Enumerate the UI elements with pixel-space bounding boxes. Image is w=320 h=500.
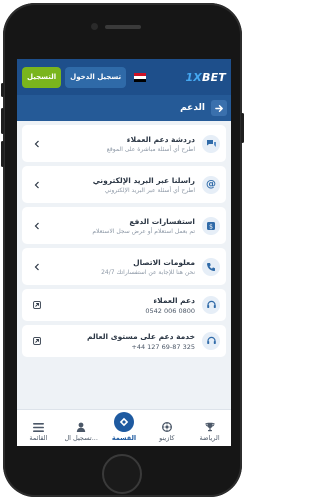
nav-coupon[interactable]: القسمة	[103, 410, 146, 446]
coupon-icon	[113, 412, 134, 432]
nav-register[interactable]: تسجيل ال...	[60, 410, 103, 446]
chevron-left-icon	[30, 181, 44, 189]
external-link-icon	[30, 301, 44, 309]
user-icon	[76, 422, 86, 432]
phone-number: 0542 006 0800	[145, 306, 195, 315]
chevron-left-icon	[30, 263, 44, 271]
hamburger-menu-icon	[32, 423, 44, 432]
trophy-icon	[205, 422, 215, 432]
item-subtitle: نحن هنا للإجابة عن استفساراتك 24/7	[101, 268, 195, 276]
item-subtitle: اطرح أي أسئلة عبر البريد الإلكتروني	[104, 186, 195, 194]
item-subtitle: اطرح أي أسئلة مباشرة على الموقع	[106, 145, 195, 153]
list-item-chat[interactable]: دردشة دعم العملاء اطرح أي أسئلة مباشرة ع…	[22, 125, 226, 162]
item-title: خدمة دعم على مستوى العالم	[86, 331, 195, 341]
login-button[interactable]: تسجيل الدخول	[65, 66, 127, 88]
nav-label: الرياضة	[199, 434, 220, 442]
list-item-customer-support-phone[interactable]: دعم العملاء 0542 006 0800	[22, 289, 226, 321]
back-button[interactable]	[211, 100, 227, 116]
external-link-icon	[30, 337, 44, 345]
item-title: راسلنا عبر البريد الإلكتروني	[92, 175, 195, 185]
nav-sports[interactable]: الرياضة	[188, 410, 231, 446]
chevron-left-icon	[30, 140, 44, 148]
list-item-contacts[interactable]: معلومات الاتصال نحن هنا للإجابة عن استفس…	[22, 248, 226, 285]
list-item-payment[interactable]: استفسارات الدفع تم بعمل استعلام أو عرض س…	[22, 207, 226, 244]
earpiece-speaker	[105, 25, 141, 29]
nav-label: كازينو	[159, 434, 175, 442]
volume-down-button	[1, 141, 4, 167]
register-button[interactable]: التسجيل	[22, 66, 62, 88]
list-item-global-support-phone[interactable]: خدمة دعم على مستوى العالم +44 127 69-87 …	[22, 325, 226, 357]
logo-prefix: 1X	[185, 70, 202, 84]
section-header: الدعم	[17, 95, 231, 121]
mute-switch	[1, 83, 4, 97]
headset-icon	[202, 332, 220, 350]
list-item-email[interactable]: راسلنا عبر البريد الإلكتروني اطرح أي أسئ…	[22, 166, 226, 203]
item-title: دعم العملاء	[153, 295, 195, 305]
item-subtitle: تم بعمل استعلام أو عرض سجل الاستعلام	[92, 227, 195, 235]
phone-icon	[202, 257, 220, 276]
power-button	[241, 113, 244, 143]
bottom-navigation: القائمة تسجيل ال... القسمة كازينو الرياض…	[17, 409, 231, 446]
nav-label: القسمة	[111, 434, 137, 442]
item-title: معلومات الاتصال	[133, 257, 195, 267]
home-button[interactable]	[102, 454, 142, 494]
front-camera	[91, 23, 98, 30]
item-title: دردشة دعم العملاء	[126, 134, 195, 144]
headset-icon	[202, 296, 220, 314]
arrow-right-icon	[214, 104, 223, 112]
egypt-flag-icon[interactable]	[134, 72, 147, 82]
item-title: استفسارات الدفع	[129, 216, 195, 226]
nav-label: تسجيل ال...	[64, 434, 98, 442]
support-options-list: دردشة دعم العملاء اطرح أي أسئلة مباشرة ع…	[17, 121, 231, 357]
chevron-left-icon	[30, 222, 44, 230]
chat-icon	[202, 134, 220, 153]
casino-chip-icon	[161, 422, 172, 432]
volume-up-button	[1, 108, 4, 134]
nav-casino[interactable]: كازينو	[145, 410, 188, 446]
logo-suffix: BET	[201, 70, 226, 84]
nav-list[interactable]: القائمة	[17, 410, 60, 446]
brand-logo[interactable]: 1XBET	[185, 71, 226, 84]
svg-text:$: $	[209, 223, 213, 230]
page-title: الدعم	[180, 103, 205, 113]
payment-icon: $	[202, 216, 220, 235]
app-screen: التسجيل تسجيل الدخول 1XBET الدعم دردشة د…	[17, 59, 231, 446]
top-header: التسجيل تسجيل الدخول 1XBET	[17, 59, 231, 95]
phone-frame: التسجيل تسجيل الدخول 1XBET الدعم دردشة د…	[1, 3, 244, 497]
at-sign-icon: @	[202, 175, 220, 194]
nav-label: القائمة	[29, 434, 48, 442]
phone-number: +44 127 69-87 325	[131, 342, 195, 351]
